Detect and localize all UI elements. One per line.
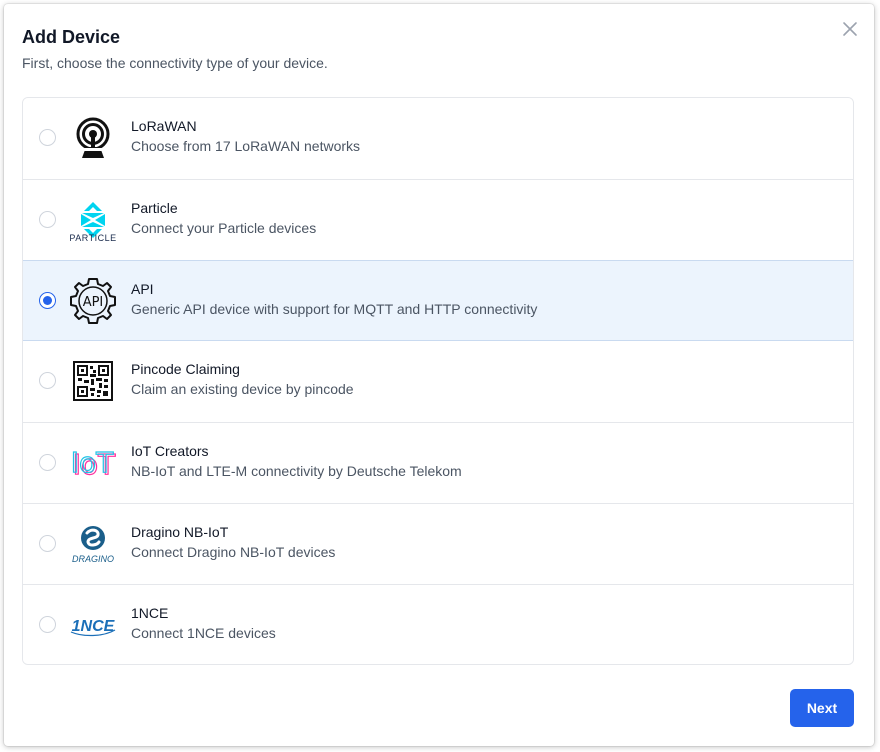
option-title: IoT Creators — [131, 443, 209, 459]
option-description: Claim an existing device by pincode — [131, 381, 354, 397]
option-1nce[interactable]: 1NCE 1NCE Connect 1NCE devices — [23, 584, 853, 664]
dragino-logo: DRAGINO — [67, 518, 119, 570]
radio-dragino[interactable] — [39, 535, 56, 552]
option-description: Choose from 17 LoRaWAN networks — [131, 138, 361, 154]
particle-logo-text: PARTICLE — [69, 233, 116, 242]
qr-code-icon — [67, 355, 119, 407]
radio-pincode[interactable] — [39, 372, 56, 389]
api-gear-icon: API — [67, 275, 119, 327]
option-title: API — [131, 281, 154, 297]
radio-iot-creators[interactable] — [39, 454, 56, 471]
add-device-dialog: Add Device First, choose the connectivit… — [4, 4, 874, 746]
option-dragino[interactable]: DRAGINO Dragino NB-IoT Connect Dragino N… — [23, 503, 853, 584]
close-icon[interactable] — [840, 19, 860, 39]
particle-logo: PARTICLE — [67, 194, 119, 246]
dragino-logo-text: DRAGINO — [72, 554, 114, 564]
connectivity-options-list: LoRaWAN Choose from 17 LoRaWAN networks … — [22, 97, 854, 665]
option-title: LoRaWAN — [131, 118, 197, 134]
option-description: Connect 1NCE devices — [131, 625, 276, 641]
option-lorawan[interactable]: LoRaWAN Choose from 17 LoRaWAN networks — [23, 98, 853, 179]
option-description: Connect Dragino NB-IoT devices — [131, 544, 336, 560]
option-title: Dragino NB-IoT — [131, 524, 229, 540]
option-title: Pincode Claiming — [131, 361, 240, 377]
option-description: NB-IoT and LTE-M connectivity by Deutsch… — [131, 463, 462, 479]
option-title: Particle — [131, 200, 178, 216]
radio-lorawan[interactable] — [39, 129, 56, 146]
option-pincode[interactable]: Pincode Claiming Claim an existing devic… — [23, 341, 853, 422]
option-title: 1NCE — [131, 605, 169, 621]
radio-particle[interactable] — [39, 211, 56, 228]
1nce-logo: 1NCE — [67, 599, 119, 651]
next-button[interactable]: Next — [790, 689, 854, 727]
iot-creators-logo: IoT IoT — [67, 437, 119, 489]
radio-1nce[interactable] — [39, 616, 56, 633]
dialog-title: Add Device — [22, 27, 121, 47]
option-description: Connect your Particle devices — [131, 220, 317, 236]
option-api[interactable]: API API Generic API device with support … — [23, 260, 853, 341]
iot-logo-text-cyan: IoT — [71, 446, 114, 479]
radio-api[interactable] — [39, 292, 56, 309]
api-logo-text: API — [83, 295, 104, 310]
option-description: Generic API device with support for MQTT… — [131, 301, 538, 317]
lorawan-antenna-icon — [67, 112, 119, 164]
option-iot-creators[interactable]: IoT IoT IoT Creators NB-IoT and LTE-M co… — [23, 422, 853, 503]
option-particle[interactable]: PARTICLE Particle Connect your Particle … — [23, 179, 853, 260]
dialog-subtitle: First, choose the connectivity type of y… — [22, 55, 328, 71]
